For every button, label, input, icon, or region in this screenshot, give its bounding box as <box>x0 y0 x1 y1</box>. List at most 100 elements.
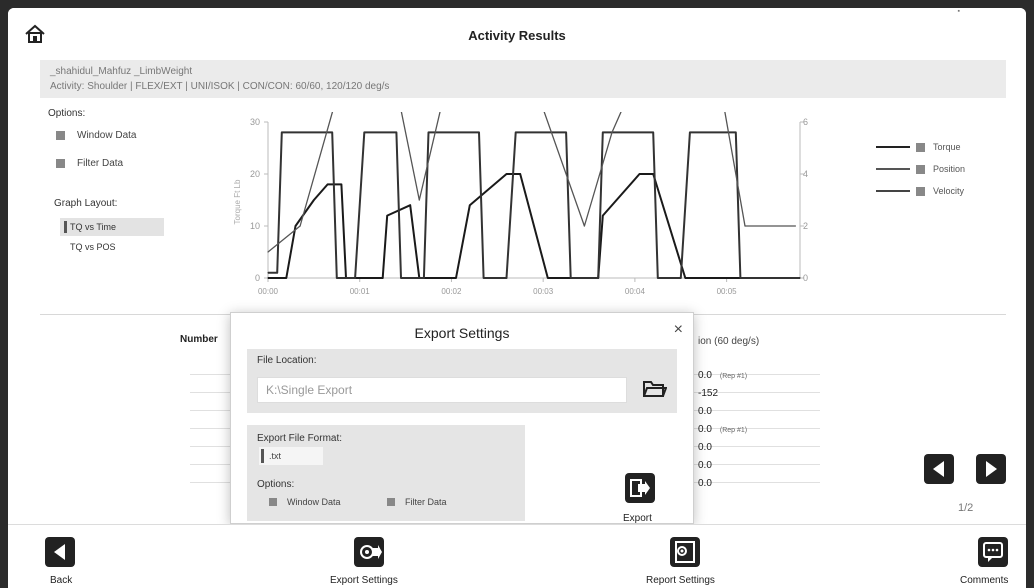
series-torque-point <box>547 277 549 279</box>
series-torque-point <box>267 277 269 279</box>
layout-tq-vs-pos[interactable]: TQ vs POS <box>60 238 164 256</box>
series-torque-point <box>638 173 641 175</box>
legend-label: Position <box>933 164 966 174</box>
layout-tq-vs-time[interactable]: TQ vs Time <box>60 218 164 236</box>
comments-icon <box>983 542 1003 562</box>
report-settings-icon <box>675 541 695 563</box>
export-settings-label: Export Settings <box>330 575 398 586</box>
series-torque-point <box>340 183 342 185</box>
window-data-checkbox[interactable]: Window Data <box>56 130 136 141</box>
page-title: Activity Results <box>468 28 566 43</box>
filter-data-label: Filter Data <box>405 497 447 507</box>
table-cell: 0.0 (Rep #1) <box>698 370 748 381</box>
series-position-point <box>483 277 485 279</box>
x-tick-label: 00:04 <box>625 287 646 296</box>
legend-label: Velocity <box>933 186 965 196</box>
back-label: Back <box>50 575 73 586</box>
export-settings-dialog: Export Settings × File Location: K:\Sing… <box>230 312 694 524</box>
prev-page-button[interactable] <box>924 454 954 484</box>
filter-data-checkbox[interactable]: Filter Data <box>56 158 123 169</box>
series-torque-point <box>294 225 297 227</box>
legend-position[interactable]: Position <box>876 158 965 180</box>
series-position-point <box>597 277 599 279</box>
series-velocity-point <box>794 225 797 227</box>
close-icon[interactable]: × <box>674 321 683 339</box>
series-torque-point <box>327 183 329 185</box>
series-position-point <box>354 277 356 279</box>
status-marker: ▪ <box>957 8 960 15</box>
series-position-point <box>363 131 365 133</box>
folder-icon[interactable] <box>641 375 667 401</box>
table-cell: 0.0 <box>698 442 712 453</box>
bottom-toolbar: Back Export Settings Report Settings Com… <box>8 524 1026 588</box>
number-column-header: Number <box>180 334 218 345</box>
legend-checkbox-icon <box>916 186 925 196</box>
series-position-line <box>268 131 800 279</box>
checkbox-icon <box>56 131 65 140</box>
x-tick-label: 00:00 <box>258 287 279 296</box>
series-position-point <box>602 131 604 133</box>
chart-legend: Torque Position Velocity <box>876 136 965 202</box>
y2-tick-label: 20 <box>803 221 808 231</box>
torque-line-swatch <box>876 146 910 148</box>
series-torque-point <box>730 277 732 279</box>
position-line-swatch <box>876 168 910 170</box>
file-location-label: File Location: <box>257 355 317 366</box>
format-option-txt[interactable]: .txt <box>259 447 323 465</box>
series-torque-line <box>268 173 800 279</box>
velocity-line-swatch <box>876 190 910 192</box>
window-data-label: Window Data <box>287 497 341 507</box>
next-page-button[interactable] <box>976 454 1006 484</box>
series-torque-point <box>285 277 287 279</box>
file-location-input[interactable]: K:\Single Export <box>257 377 627 403</box>
series-velocity-point <box>299 225 301 227</box>
series-velocity-point <box>611 131 613 133</box>
series-torque-point <box>386 215 388 217</box>
series-position-point <box>478 131 480 133</box>
checkbox-icon <box>387 498 395 506</box>
series-velocity-point <box>418 199 420 201</box>
series-velocity-point <box>583 225 585 227</box>
export-options-label: Options: <box>257 479 295 490</box>
export-window-data-checkbox[interactable]: Window Data <box>269 497 341 507</box>
y-tick-label: 10 <box>250 221 260 231</box>
export-icon <box>630 479 650 497</box>
series-position-point <box>739 277 741 279</box>
dialog-title: Export Settings <box>414 325 510 341</box>
y-axis-label: Torque Ft Lb <box>233 179 242 224</box>
x-tick-label: 00:03 <box>533 287 554 296</box>
series-position-point <box>281 131 283 133</box>
series-position-point <box>400 277 402 279</box>
export-settings-button[interactable] <box>354 537 384 567</box>
series-torque-point <box>519 173 521 175</box>
triangle-left-icon <box>54 544 65 560</box>
series-position-point <box>267 272 269 274</box>
legend-checkbox-icon <box>916 164 925 174</box>
export-format-label: Export File Format: <box>257 433 343 444</box>
checkbox-icon <box>56 159 65 168</box>
series-torque-point <box>703 277 705 279</box>
graph-layout-title: Graph Layout: <box>54 198 118 209</box>
options-title: Options: <box>48 108 86 119</box>
legend-velocity[interactable]: Velocity <box>876 180 965 202</box>
table-cell: 0.0 <box>698 406 712 417</box>
x-tick-label: 00:05 <box>717 287 738 296</box>
series-torque-point <box>469 204 471 206</box>
results-chart: 0 10 20 30 0 20 40 60 00:00 00:01 00:02 00:03 00:04 0… <box>233 112 808 296</box>
triangle-right-icon <box>986 461 997 477</box>
report-settings-button[interactable] <box>670 537 700 567</box>
series-torque-point <box>505 173 508 175</box>
series-torque-point <box>409 204 411 206</box>
series-position-point <box>790 277 792 279</box>
series-torque-point <box>455 277 457 279</box>
comments-button[interactable] <box>978 537 1008 567</box>
series-position-point <box>570 277 572 279</box>
legend-torque[interactable]: Torque <box>876 136 965 158</box>
series-torque-point <box>313 199 315 201</box>
patient-name: _shahidul_Mahfuz _LimbWeight <box>50 66 193 77</box>
back-button[interactable] <box>45 537 75 567</box>
y-tick-label: 0 <box>255 273 260 283</box>
export-filter-data-checkbox[interactable]: Filter Data <box>387 497 447 507</box>
export-button[interactable] <box>625 473 655 503</box>
table-cell: 0.0 <box>698 460 712 471</box>
